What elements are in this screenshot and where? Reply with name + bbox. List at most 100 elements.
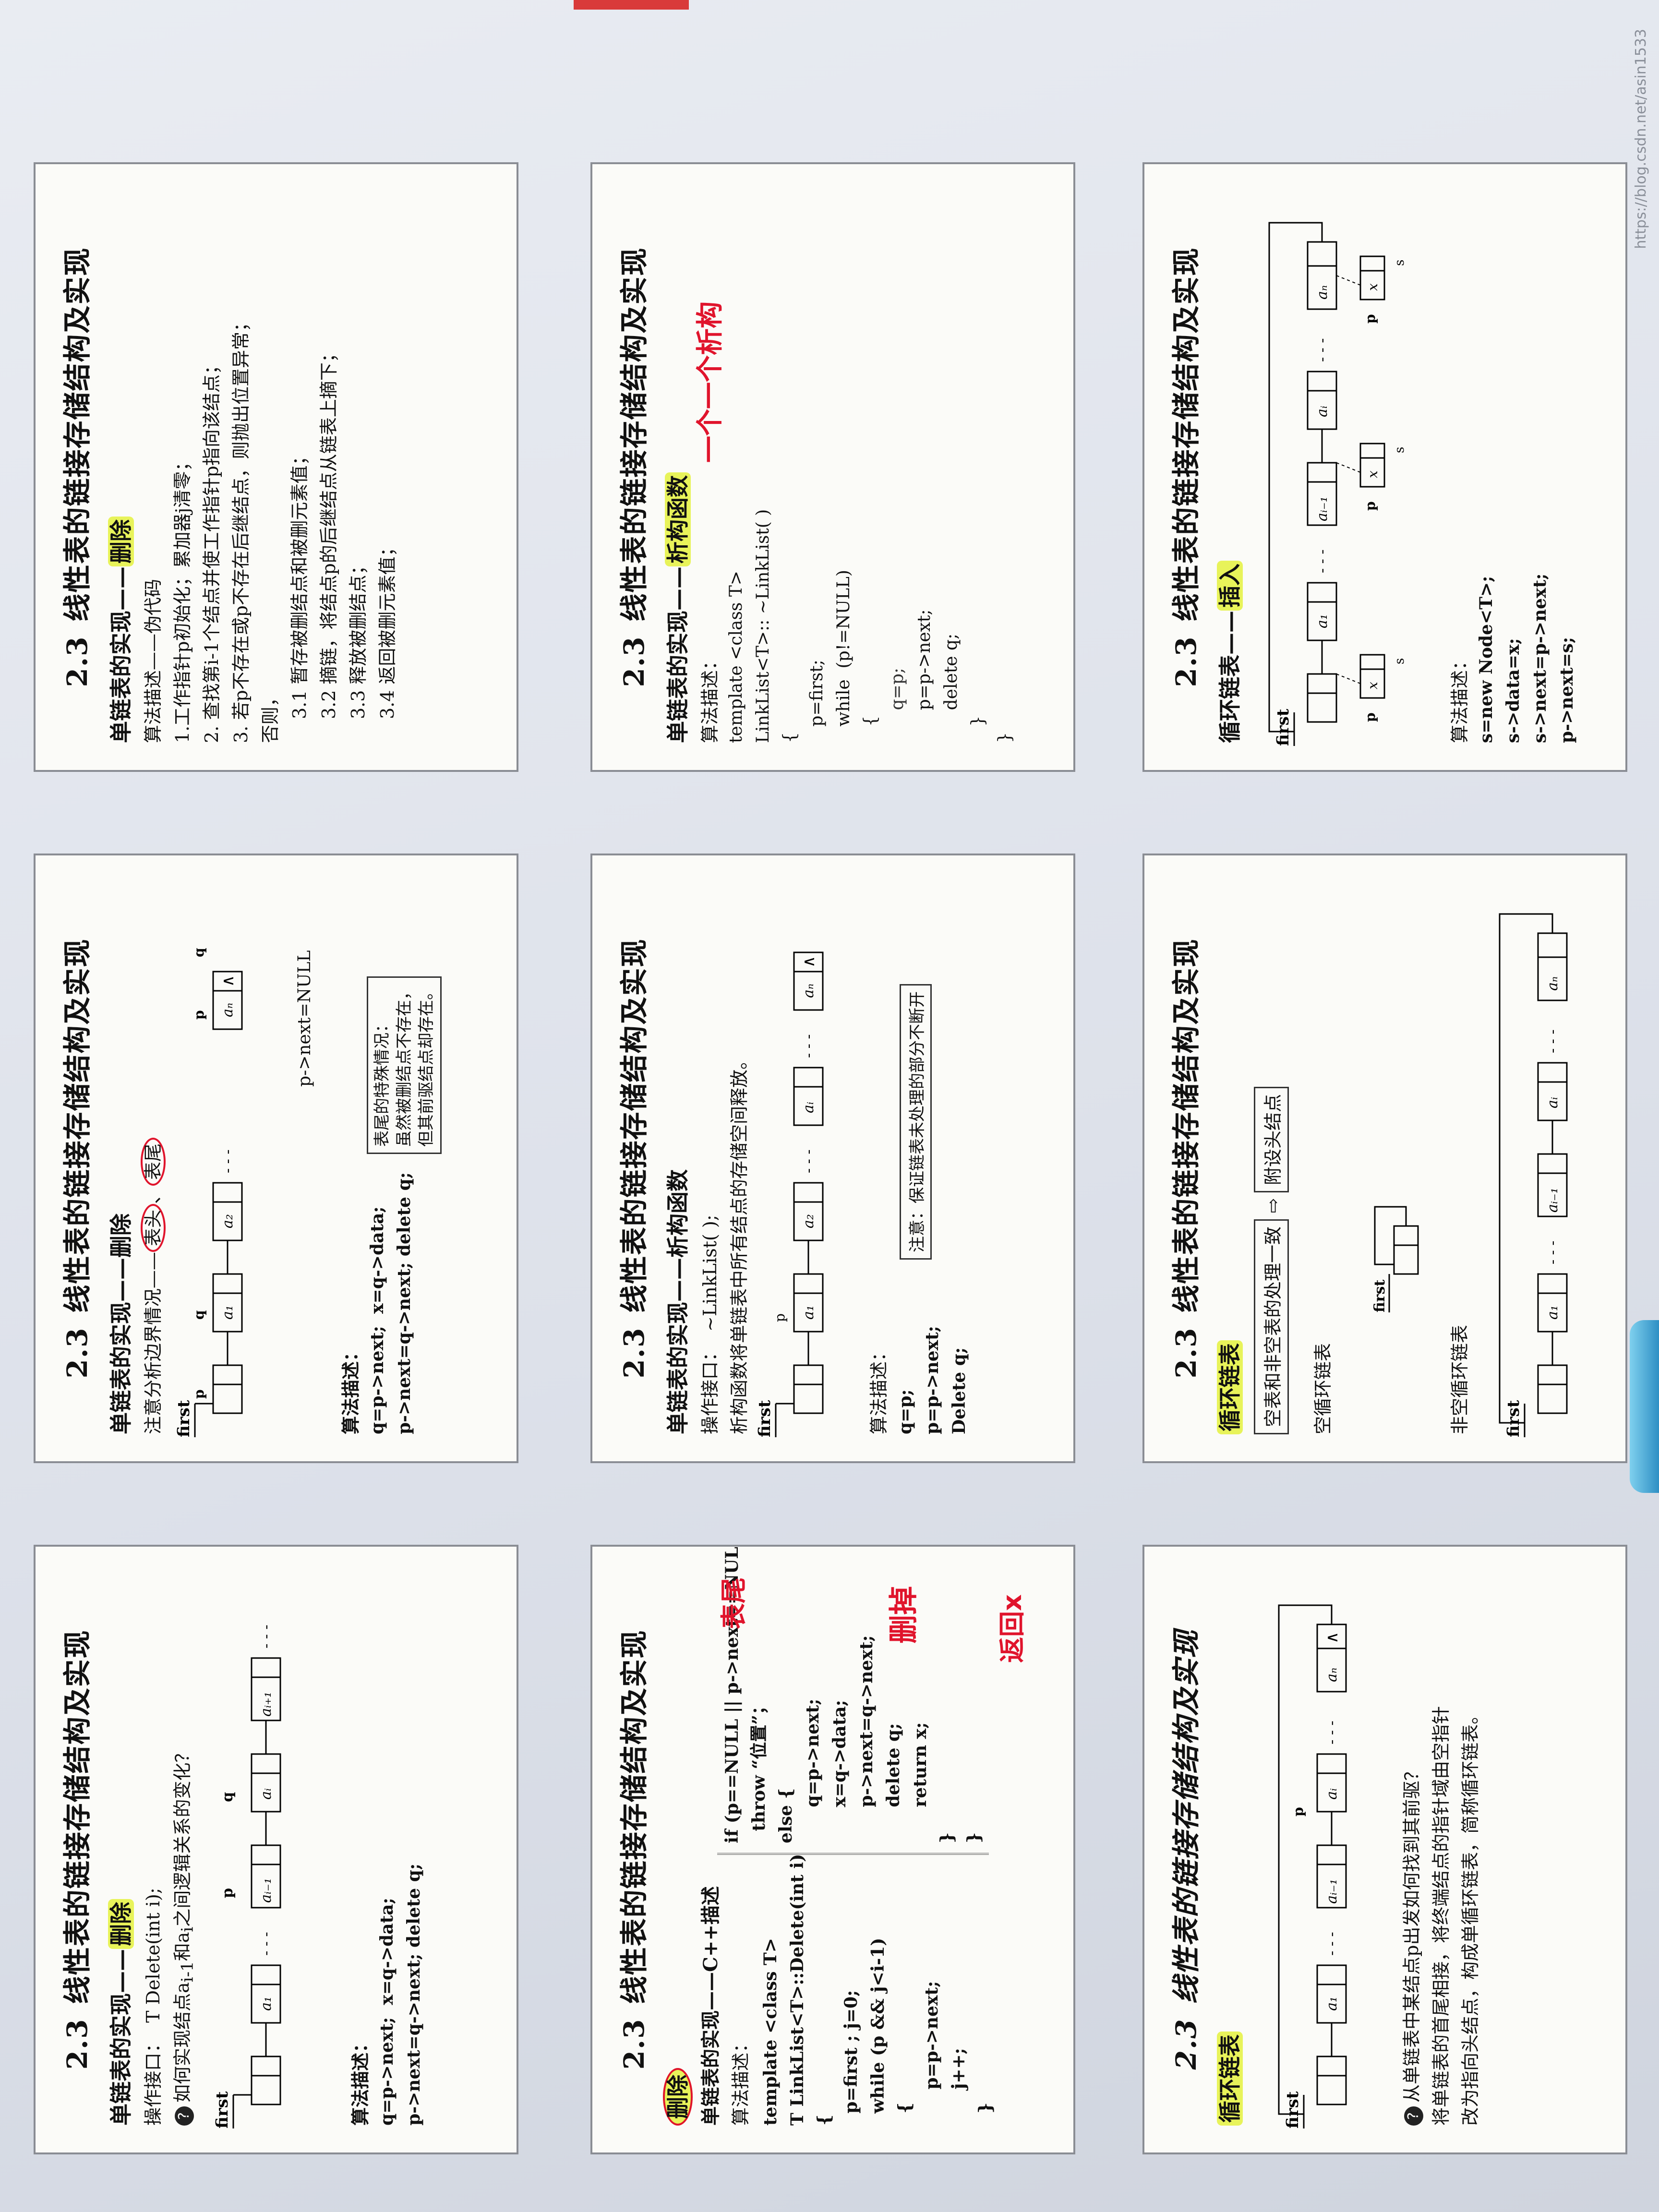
svg-text:- - -: - - - [1544,1030,1561,1053]
algorithm-label: 算法描述： [349,2034,371,2126]
svg-text:aₙ: aₙ [219,1003,236,1017]
svg-text:p: p [1362,501,1378,511]
section-number: 2.3 [61,636,94,687]
svg-text:aᵢ: aᵢ [1323,1788,1340,1800]
slide-delete-boundary: 2.3线性表的链接存储结构及实现 单链表的实现——删除 注意分析边界情况——表头… [34,854,518,1463]
highlighted-term-circled: 删除 [663,2068,693,2126]
section-number: 2.3 [1170,2018,1202,2070]
code-line: p->next=s; [1557,637,1577,743]
algorithm-label: 算法描述： [1449,651,1470,743]
code-line: p=first ; j=0; [841,1990,861,2126]
svg-text:- - -: - - - [258,1932,275,1956]
handwritten-annotation: 删掉 [887,1586,921,1644]
code-line: p=p->next; [922,1981,942,2126]
highlighted-term: 循环链表 [1217,1340,1243,1434]
note-line: 虽然被删结点不存在， [395,984,414,1147]
slide-title: 线性表的链接存储结构及实现 [1170,247,1202,622]
svg-text:first: first [174,1400,193,1437]
svg-text:first: first [1371,1279,1388,1312]
first-label: first [213,2091,232,2128]
slide-delete-operation: 2.3 线性表的链接存储结构及实现 单链表的实现——删除 操作接口： T Dele… [34,1545,518,2154]
svg-text:s: s [1393,658,1407,664]
step-3-2: 3.2 摘链，将结点p的后继结点从链表上摘下； [318,344,339,719]
code-line: LinkList<T>:: ~LinkList( ) [753,509,773,743]
svg-text:- - -: - - - [800,1034,817,1058]
code-line: } [968,715,988,743]
nonempty-circular-list-diagram: first a₁ - - - aᵢ₋₁ aᵢ - - - aₙ [1499,913,1568,1437]
code-line: { [895,2102,915,2126]
algorithm-label: 算法描述： [699,651,721,743]
svg-text:aₙ: aₙ [800,984,817,998]
svg-text:p: p [219,1888,236,1898]
code-block: template <class T> LinkList<T>:: ~LinkLi… [724,191,1017,743]
svg-text:x: x [1365,682,1381,689]
code-line: p->next=q->next; [856,1635,877,1843]
svg-text:aᵢ: aᵢ [800,1102,817,1113]
code-line: s->data=x; [1503,638,1523,743]
highlighted-term: 插入 [1217,561,1243,611]
handwritten-annotation: 返回x [997,1594,1027,1663]
head-node [251,2075,281,2105]
code-line: s->next=p->next; [1530,573,1550,743]
linked-list-diagram: first a₁ - - - aᵢ₋₁ p aᵢ q aᵢ₊₁ - - - [213,1625,281,2128]
code-line: Delete q; [949,1347,969,1434]
svg-text:p: p [1362,314,1378,324]
svg-text:aₙ: aₙ [1323,1668,1340,1682]
section-number: 2.3 [618,636,650,687]
algorithm-label: 算法描述： [340,1343,361,1434]
svg-text:aᵢ: aᵢ [1314,406,1331,417]
code-line: throw “位置”； [749,1697,769,1843]
question-icon: ? [174,2106,194,2126]
step-1: 1.工作指针p初始化；累加器j清零； [172,453,193,743]
rotated-slide-sheet: 2.3线性表的链接存储结构及实现 单链表的实现——删除 操作接口： T Dele… [0,0,1659,2212]
consistency-box: 空表和非空表的处理一致 [1254,1219,1289,1434]
svg-text:aᵢ: aᵢ [258,1788,275,1800]
code-line: } [975,2102,996,2126]
svg-text:x: x [1365,470,1381,478]
circular-list-insert-diagram: first a₁ - - - aᵢ₋₁ aᵢ - - - aₙ p x s p … [1268,222,1407,746]
svg-text:first: first [1274,709,1293,746]
section-number: 2.3 [1170,1327,1202,1379]
svg-text:p: p [1290,1807,1306,1816]
svg-text:a₁: a₁ [219,1305,236,1320]
svg-text:a₂: a₂ [219,1214,236,1228]
code-line: } [937,1832,957,1843]
svg-text:s: s [1393,260,1407,266]
slide-title: 线性表的链接存储结构及实现 [61,938,94,1313]
empty-list-label: 空循环链表 [1312,1343,1334,1434]
code-line: } [964,1832,984,1843]
double-arrow-icon: ⇨ [1262,1198,1284,1214]
code-line: { [814,2114,834,2126]
linked-list-diagram: first p a₁ q a₂ - - - aₙ ∧ p q [174,948,243,1437]
code-line: q=p->next; [803,1698,823,1843]
svg-text:q: q [219,1792,236,1802]
note-line: 表尾的特殊情况： [373,1016,392,1147]
svg-text:aᵢ: aᵢ [1544,1097,1561,1108]
svg-text:aᵢ₋₁: aᵢ₋₁ [1314,496,1331,521]
section-number: 2.3 [61,2018,94,2070]
highlighted-term: 删除 [108,1214,134,1258]
section-number: 2.3 [1170,636,1202,687]
svg-text:- - -: - - - [1314,338,1331,362]
head-node-box: 附设头结点 [1254,1086,1289,1192]
code-line: p->next=q->next; delete q; [394,1172,414,1434]
svg-text:- - -: - - - [1323,1721,1340,1744]
slide-title: 线性表的链接存储结构及实现 [618,247,650,622]
svg-text:- - -: - - - [219,1150,236,1173]
code-line: j++; [949,2048,969,2126]
svg-text:aᵢ₋₁: aᵢ₋₁ [258,1878,275,1903]
svg-text:aᵢ₋₁: aᵢ₋₁ [1323,1879,1340,1904]
note-box: 注意：保证链表未处理的部分不断开 [900,984,932,1260]
slide-title: 线性表的链接存储结构及实现 [618,1629,650,2004]
circular-list-diagram: first a₁ - - - aᵢ₋₁ p aᵢ - - - aₙ ∧ [1278,1604,1347,2128]
slide-subtitle: 单链表的实现—— [108,566,134,743]
algorithm-label: 算法描述： [868,1343,890,1434]
slide-title: 线性表的链接存储结构及实现 [61,1629,94,2004]
svg-text:first: first [755,1400,774,1437]
step-3: 3. 若p不存在或p不存在后继结点，则抛出位置异常； [230,313,252,743]
blog-watermark: https://blog.csdn.net/asin1533 [1633,29,1649,249]
code-line: p=p->next; [914,609,934,743]
code-line: template <class T> [726,570,746,743]
svg-text:p: p [191,1010,207,1020]
svg-text:- - -: - - - [1314,550,1331,573]
